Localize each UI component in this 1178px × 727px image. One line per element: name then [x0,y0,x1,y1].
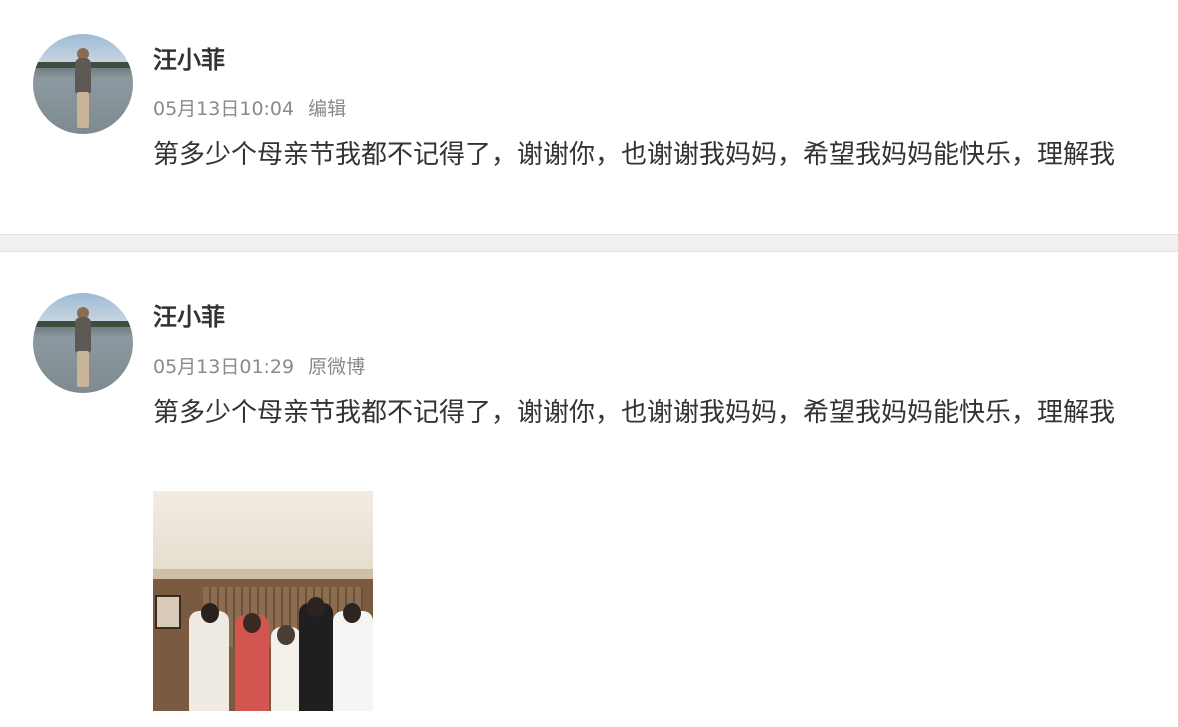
post-time[interactable]: 05月13日10:04 [153,98,294,120]
photo-head [243,613,261,633]
post-meta: 05月13日01:29 原微博 [153,354,365,380]
avatar-figure-body [75,317,91,353]
photo-beam [153,569,373,579]
photo-head [343,603,361,623]
photo-person [299,603,333,711]
post-meta: 05月13日10:04 编辑 [153,96,346,122]
post-time[interactable]: 05月13日01:29 [153,356,294,378]
photo-person [333,611,373,711]
original-post-link[interactable]: 原微博 [308,356,365,378]
photo-head [201,603,219,623]
photo-head [307,597,325,617]
avatar-figure-legs [77,92,89,128]
author-name[interactable]: 汪小菲 [153,301,225,333]
avatar[interactable] [33,293,133,393]
avatar-figure-body [75,58,91,94]
post-text: 第多少个母亲节我都不记得了，谢谢你，也谢谢我妈妈，希望我妈妈能快乐，理解我 [153,140,1116,170]
post-divider [0,234,1178,252]
avatar-figure-legs [77,351,89,387]
edit-link[interactable]: 编辑 [308,98,346,120]
post-text: 第多少个母亲节我都不记得了，谢谢你，也谢谢我妈妈，希望我妈妈能快乐，理解我 [153,398,1116,428]
photo-frame [155,595,181,629]
photo-ceiling [153,491,373,571]
weibo-post: 汪小菲 05月13日01:29 原微博 第多少个母亲节我都不记得了，谢谢你，也谢谢… [0,252,1178,727]
author-name[interactable]: 汪小菲 [153,44,225,76]
weibo-post: 汪小菲 05月13日10:04 编辑 第多少个母亲节我都不记得了，谢谢你，也谢谢我… [0,0,1178,234]
post-photo[interactable] [153,491,373,711]
photo-person [189,611,229,711]
photo-head [277,625,295,645]
avatar[interactable] [33,34,133,134]
